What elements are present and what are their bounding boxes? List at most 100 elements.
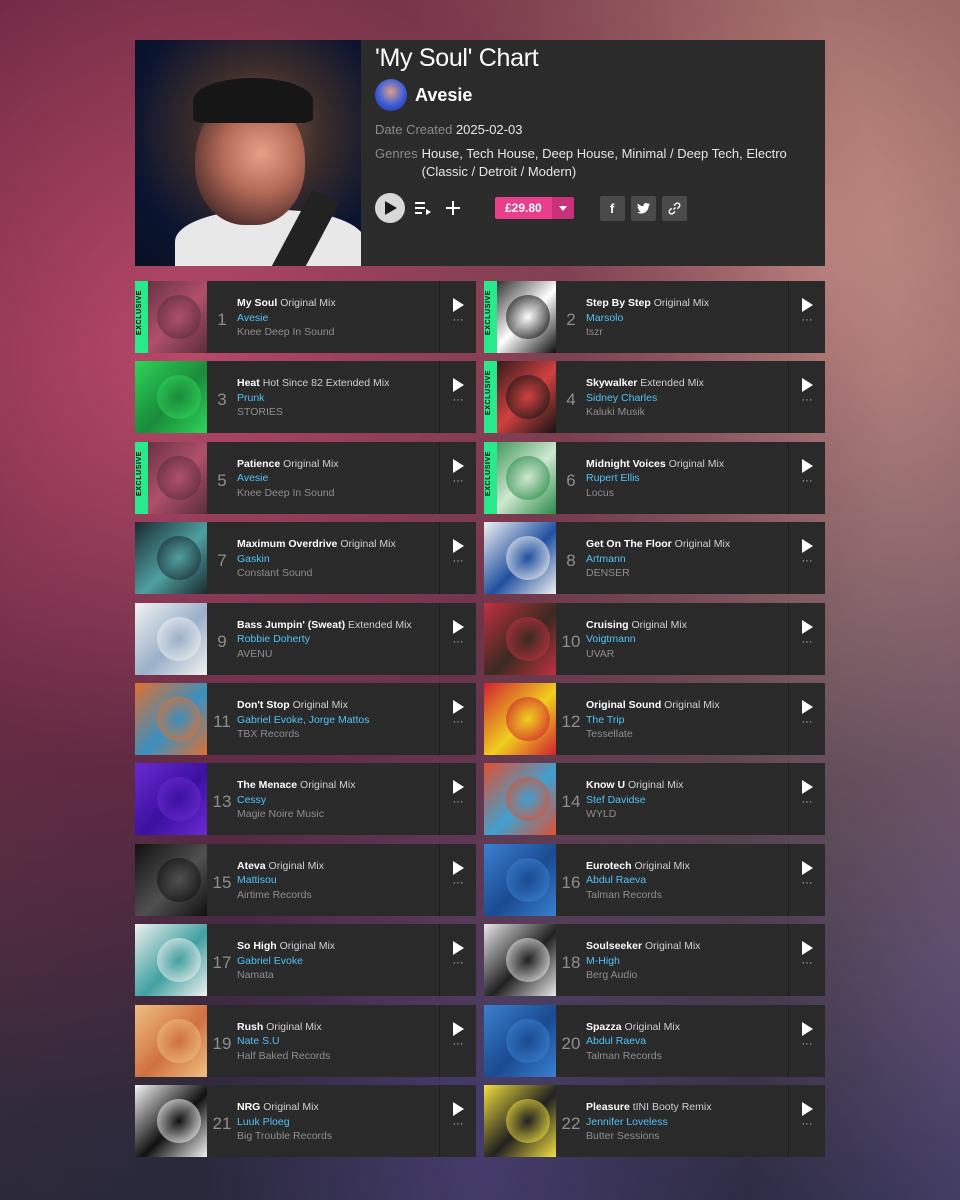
track-title[interactable]: Midnight Voices [586, 458, 666, 470]
track-artwork[interactable] [135, 763, 207, 836]
track-play-button[interactable] [801, 298, 813, 312]
track-row[interactable]: 17 So High Original Mix Gabriel Evoke Namat… [135, 924, 476, 997]
track-artwork[interactable] [135, 683, 207, 755]
track-label[interactable]: Namata [237, 968, 439, 983]
track-artwork[interactable]: EXCLUSIVE [135, 281, 207, 353]
track-artwork[interactable]: EXCLUSIVE [484, 361, 556, 434]
track-title-line[interactable]: Don't Stop Original Mix [237, 698, 439, 713]
track-title-line[interactable]: Original Sound Original Mix [586, 698, 788, 713]
more-options-icon[interactable]: ··· [802, 957, 813, 969]
track-mix[interactable]: Original Mix [266, 1021, 321, 1033]
track-artwork[interactable] [484, 924, 556, 997]
genres-value[interactable]: House, Tech House, Deep House, Minimal /… [422, 145, 825, 181]
track-label[interactable]: Constant Sound [237, 566, 439, 581]
track-title[interactable]: Cruising [586, 619, 629, 631]
track-row[interactable]: 12 Original Sound Original Mix The Trip Tes… [484, 683, 825, 755]
track-label[interactable]: WYLD [586, 807, 788, 822]
chart-artist-name[interactable]: Avesie [415, 85, 472, 106]
more-options-icon[interactable]: ··· [453, 394, 464, 406]
track-artwork[interactable] [135, 1085, 207, 1157]
track-row[interactable]: 20 Spazza Original Mix Abdul Raeva Talman R… [484, 1004, 825, 1077]
track-artist[interactable]: Avesie [237, 471, 439, 486]
more-options-icon[interactable]: ··· [802, 1038, 813, 1050]
track-play-button[interactable] [452, 941, 464, 956]
track-mix[interactable]: Original Mix [628, 779, 683, 791]
buy-price-button[interactable]: £29.80 [495, 197, 574, 219]
track-artist[interactable]: Cessy [237, 793, 439, 808]
track-row[interactable]: 7 Maximum Overdrive Original Mix Gaskin Con… [135, 522, 476, 595]
facebook-share-button[interactable]: f [599, 195, 625, 221]
track-mix[interactable]: Original Mix [280, 940, 335, 952]
track-artwork[interactable] [484, 843, 556, 916]
track-play-button[interactable] [801, 1102, 813, 1116]
track-mix[interactable]: Original Mix [625, 1021, 680, 1033]
track-title-line[interactable]: Get On The Floor Original Mix [586, 537, 788, 552]
track-mix[interactable]: Original Mix [263, 1101, 318, 1113]
track-label[interactable]: Knee Deep In Sound [237, 325, 439, 340]
track-row[interactable]: 15 Ateva Original Mix Mattisou Airtime Reco… [135, 843, 476, 916]
track-label[interactable]: Magie Noire Music [237, 807, 439, 822]
track-artwork[interactable] [484, 522, 556, 595]
track-row[interactable]: 22 Pleasure tINI Booty Remix Jennifer Love… [484, 1085, 825, 1157]
track-title[interactable]: Patience [237, 458, 280, 470]
track-play-button[interactable] [452, 298, 464, 312]
track-artwork[interactable] [484, 763, 556, 836]
price-label[interactable]: £29.80 [495, 197, 552, 219]
track-row[interactable]: 11 Don't Stop Original Mix Gabriel Evoke, … [135, 683, 476, 755]
track-row[interactable]: 3 Heat Hot Since 82 Extended Mix Prunk STOR… [135, 361, 476, 434]
track-title[interactable]: Eurotech [586, 860, 632, 872]
copy-link-button[interactable] [661, 195, 687, 221]
track-label[interactable]: Locus [586, 486, 788, 501]
track-play-button[interactable] [452, 458, 464, 473]
track-artwork[interactable]: EXCLUSIVE [484, 441, 556, 514]
track-title[interactable]: Bass Jumpin' (Sweat) [237, 619, 345, 631]
track-title[interactable]: My Soul [237, 297, 277, 309]
track-title-line[interactable]: Know U Original Mix [586, 778, 788, 793]
track-row[interactable]: 13 The Menace Original Mix Cessy Magie Noir… [135, 763, 476, 836]
track-label[interactable]: Half Baked Records [237, 1049, 439, 1064]
twitter-share-button[interactable] [630, 195, 656, 221]
track-title[interactable]: Pleasure [586, 1101, 630, 1113]
track-artwork[interactable] [484, 602, 556, 675]
track-title-line[interactable]: Cruising Original Mix [586, 618, 788, 633]
track-play-button[interactable] [801, 941, 813, 956]
track-artwork[interactable]: EXCLUSIVE [484, 281, 556, 353]
track-mix[interactable]: Original Mix [340, 538, 395, 550]
track-mix[interactable]: Original Mix [280, 297, 335, 309]
more-options-icon[interactable]: ··· [802, 877, 813, 889]
track-label[interactable]: Airtime Records [237, 888, 439, 903]
more-options-icon[interactable]: ··· [453, 555, 464, 567]
track-artist[interactable]: Gabriel Evoke [237, 954, 439, 969]
track-row[interactable]: 19 Rush Original Mix Nate S.U Half Baked Re… [135, 1004, 476, 1077]
track-title-line[interactable]: Step By Step Original Mix [586, 296, 788, 311]
track-mix[interactable]: Original Mix [634, 860, 689, 872]
track-title-line[interactable]: Pleasure tINI Booty Remix [586, 1100, 788, 1115]
track-artwork[interactable] [484, 1004, 556, 1077]
track-artist[interactable]: Rupert Ellis [586, 471, 788, 486]
track-label[interactable]: tszr [586, 325, 788, 340]
track-play-button[interactable] [801, 860, 813, 875]
track-title[interactable]: Spazza [586, 1021, 622, 1033]
track-title-line[interactable]: Skywalker Extended Mix [586, 376, 788, 391]
track-label[interactable]: Talman Records [586, 888, 788, 903]
track-title[interactable]: Soulseeker [586, 940, 642, 952]
track-row[interactable]: EXCLUSIVE 1 My Soul Original Mix Avesie Knee… [135, 281, 476, 353]
track-row[interactable]: EXCLUSIVE 2 Step By Step Original Mix Marso… [484, 281, 825, 353]
track-play-button[interactable] [452, 619, 464, 634]
track-artwork[interactable] [135, 361, 207, 434]
track-play-button[interactable] [801, 378, 813, 393]
track-play-button[interactable] [801, 539, 813, 554]
track-artist[interactable]: Gabriel Evoke, Jorge Mattos [237, 713, 439, 728]
track-row[interactable]: EXCLUSIVE 6 Midnight Voices Original Mix Ru… [484, 441, 825, 514]
track-artwork[interactable] [135, 924, 207, 997]
track-play-button[interactable] [801, 458, 813, 473]
track-mix[interactable]: Original Mix [675, 538, 730, 550]
track-play-button[interactable] [801, 1021, 813, 1036]
track-title[interactable]: Original Sound [586, 699, 661, 711]
track-mix[interactable]: Original Mix [300, 779, 355, 791]
track-title-line[interactable]: NRG Original Mix [237, 1100, 439, 1115]
track-title[interactable]: Don't Stop [237, 699, 290, 711]
track-mix[interactable]: Hot Since 82 Extended Mix [263, 377, 390, 389]
track-play-button[interactable] [452, 780, 464, 795]
track-title[interactable]: Skywalker [586, 377, 637, 389]
